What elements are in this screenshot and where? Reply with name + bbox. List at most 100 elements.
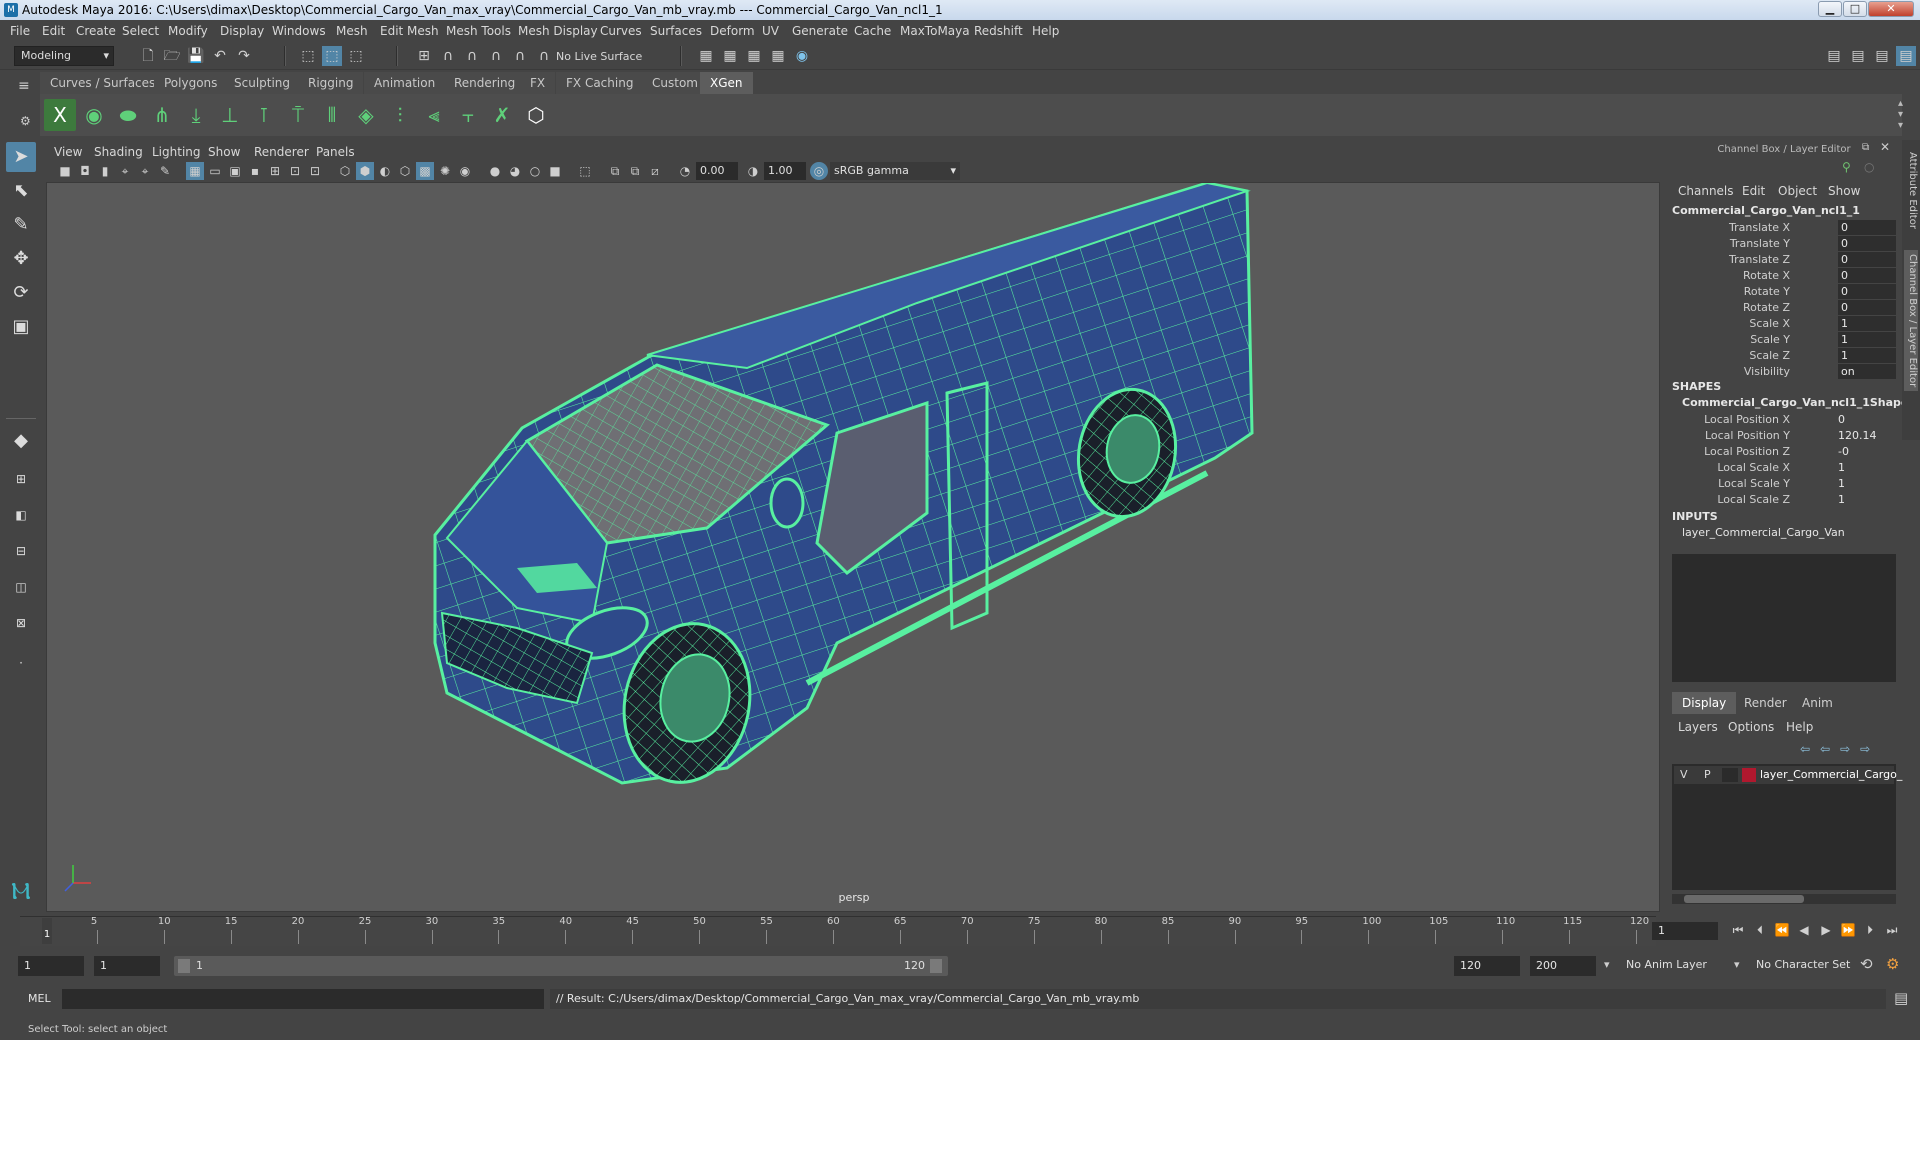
bookmark-icon[interactable]: ▮	[96, 162, 114, 180]
render-view-icon[interactable]: ▦	[720, 46, 740, 66]
safe-title-icon[interactable]: ⊡	[306, 162, 324, 180]
channel-value[interactable]: 0	[1838, 236, 1896, 251]
safe-action-icon[interactable]: ⊡	[286, 162, 304, 180]
pin-icon[interactable]: ⚲	[1842, 160, 1851, 174]
shape-local-scale-y[interactable]: Local Scale Y 1	[1672, 476, 1896, 492]
channel-value[interactable]: 1	[1838, 477, 1845, 490]
van-wireframe-model[interactable]	[47, 183, 1660, 912]
tab-rendering[interactable]: Rendering	[444, 72, 526, 94]
isolate-select-icon[interactable]: ⬚	[576, 162, 594, 180]
groom-brush-icon[interactable]: ⫷	[418, 99, 450, 131]
menu-mesh[interactable]: Mesh	[336, 24, 368, 38]
shape-local-position-z[interactable]: Local Position Z -0	[1672, 444, 1896, 460]
menu-cache[interactable]: Cache	[854, 24, 891, 38]
channel-scale-z[interactable]: Scale Z 1	[1672, 348, 1896, 364]
close-button[interactable]: ✕	[1868, 1, 1914, 17]
play-forwards-icon[interactable]: ▶	[1816, 920, 1836, 940]
save-scene-icon[interactable]: 💾	[186, 46, 206, 66]
tab-sculpting[interactable]: Sculpting	[224, 72, 301, 94]
persp-graph-layout-icon[interactable]: ⊟	[6, 536, 36, 566]
channel-value[interactable]: -0	[1838, 445, 1849, 458]
channel-value[interactable]: 1	[1838, 461, 1845, 474]
new-scene-icon[interactable]: 🗋	[138, 46, 158, 66]
playback-end-field[interactable]: 120	[1454, 956, 1520, 976]
viewport-menu-lighting[interactable]: Lighting	[152, 145, 201, 159]
van-body[interactable]	[347, 183, 1347, 883]
four-view-layout-icon[interactable]: ⊞	[6, 464, 36, 494]
exposure-field[interactable]: 0.00	[696, 162, 738, 180]
resolution-gate-icon[interactable]: ▣	[226, 162, 244, 180]
smooth-shade-icon[interactable]: ⬢	[356, 162, 374, 180]
channel-value[interactable]: on	[1838, 364, 1896, 379]
wireframe-on-shaded-icon[interactable]: ⬡	[396, 162, 414, 180]
use-all-lights-icon[interactable]: ✺	[436, 162, 454, 180]
camera-select-icon[interactable]: ■	[56, 162, 74, 180]
edit-menu[interactable]: Edit	[1742, 184, 1765, 198]
channel-rotate-x[interactable]: Rotate X 0	[1672, 268, 1896, 284]
script-language-label[interactable]: MEL	[28, 992, 51, 1005]
channel-value[interactable]: 0	[1838, 268, 1896, 283]
range-end-handle[interactable]	[930, 959, 942, 973]
shelf-scroll-arrows-icon[interactable]: ▴ ▾ ▾	[1898, 98, 1903, 131]
viewport-menu-show[interactable]: Show	[208, 145, 240, 159]
shape-local-scale-z[interactable]: Local Scale Z 1	[1672, 492, 1896, 508]
animation-preferences-icon[interactable]: ⚙	[1886, 955, 1899, 973]
channel-translate-y[interactable]: Translate Y 0	[1672, 236, 1896, 252]
channel-value[interactable]: 0	[1838, 252, 1896, 267]
perspective-viewport[interactable]: persp	[46, 182, 1660, 912]
tab-fx-caching[interactable]: FX Caching	[556, 72, 644, 94]
use-default-material-icon[interactable]: ◐	[376, 162, 394, 180]
menu-maxtomaya[interactable]: MaxToMaya	[900, 24, 970, 38]
motion-blur-icon[interactable]: ◕	[506, 162, 524, 180]
tab-custom[interactable]: Custom	[642, 72, 708, 94]
guide-layers-icon[interactable]: ◈	[350, 99, 382, 131]
film-gate-icon[interactable]: ▭	[206, 162, 224, 180]
redo-icon[interactable]: ↷	[234, 46, 254, 66]
snap-view-icon[interactable]: ∩	[486, 46, 506, 66]
textured-icon[interactable]: ▩	[416, 162, 434, 180]
show-menu[interactable]: Show	[1828, 184, 1860, 198]
hypershade-layout-icon[interactable]: ◫	[6, 572, 36, 602]
range-start-handle[interactable]	[178, 959, 190, 973]
channel-box-toggle-icon[interactable]: ▤	[1896, 46, 1916, 66]
select-hierarchy-icon[interactable]: ⬚	[298, 46, 318, 66]
color-space-selector[interactable]: sRGB gamma ▾	[830, 162, 960, 180]
paint-select-tool-icon[interactable]: ✎	[6, 210, 36, 240]
exposure-icon[interactable]: ◔	[676, 162, 694, 180]
select-object-icon[interactable]: ⬚	[322, 46, 342, 66]
layer-color-swatch[interactable]	[1742, 768, 1756, 782]
lasso-tool-icon[interactable]: ⬉	[6, 176, 36, 206]
xray-joints-icon[interactable]: ⧉	[626, 162, 644, 180]
undo-icon[interactable]: ↶	[210, 46, 230, 66]
channel-value[interactable]: 0	[1838, 284, 1896, 299]
scrollbar-thumb[interactable]	[1684, 895, 1804, 903]
place-guides-icon[interactable]: ⤓	[180, 99, 212, 131]
create-description-icon[interactable]: ◉	[78, 99, 110, 131]
tab-attribute-editor[interactable]: Attribute Editor	[1904, 152, 1918, 229]
layer-row[interactable]: V P layer_Commercial_Cargo_	[1674, 766, 1902, 784]
viewport-menu-view[interactable]: View	[54, 145, 82, 159]
channel-visibility[interactable]: Visibility on	[1672, 364, 1896, 380]
tab-animation[interactable]: Animation	[364, 72, 446, 94]
tab-xgen[interactable]: XGen	[700, 72, 753, 94]
attribute-editor-toggle-icon[interactable]: ▤	[1848, 46, 1868, 66]
wireframe-icon[interactable]: ⬡	[336, 162, 354, 180]
gamma-icon[interactable]: ◑	[744, 162, 762, 180]
ipr-render-icon[interactable]: ▦	[744, 46, 764, 66]
menu-create[interactable]: Create	[76, 24, 116, 38]
snap-curve-icon[interactable]: ∩	[438, 46, 458, 66]
maximize-button[interactable]: □	[1843, 1, 1867, 17]
channel-value[interactable]: 1	[1838, 332, 1896, 347]
move-guides-icon[interactable]: ⊥	[214, 99, 246, 131]
length-guides-icon[interactable]: ⫟	[452, 99, 484, 131]
uv-editor-layout-icon[interactable]: ⊠	[6, 608, 36, 638]
range-slider[interactable]: 1 120	[174, 956, 948, 976]
object-name[interactable]: Commercial_Cargo_Van_ncl1_1	[1672, 204, 1860, 217]
channel-scale-x[interactable]: Scale X 1	[1672, 316, 1896, 332]
tab-polygons[interactable]: Polygons	[154, 72, 228, 94]
menu-display[interactable]: Display	[220, 24, 264, 38]
layers-menu[interactable]: Layers	[1678, 720, 1718, 734]
channel-scale-y[interactable]: Scale Y 1	[1672, 332, 1896, 348]
channel-value[interactable]: 1	[1838, 348, 1896, 363]
lock-guides-icon[interactable]: ⍑	[282, 99, 314, 131]
